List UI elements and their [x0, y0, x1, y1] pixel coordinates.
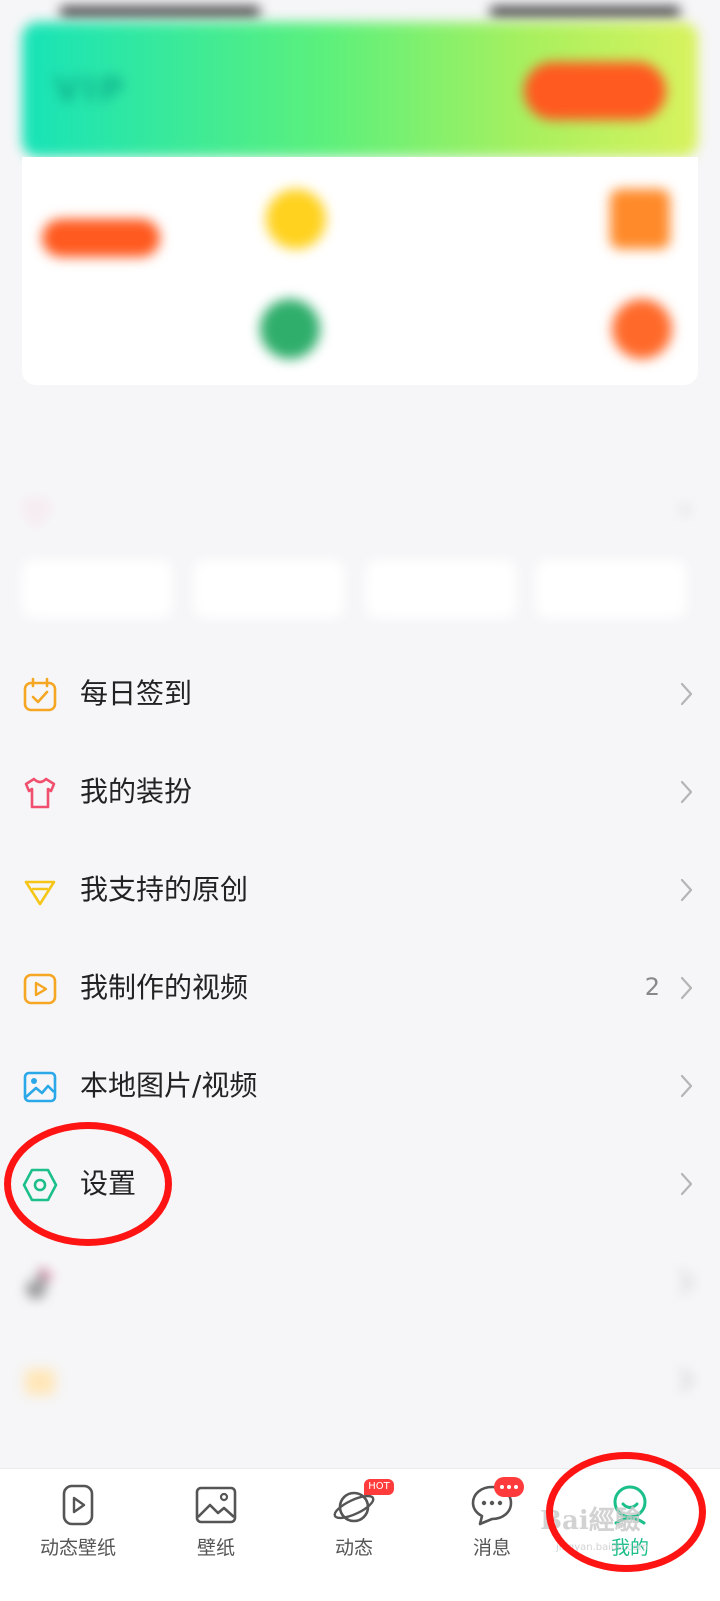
menu-item-label: 我制作的视频	[80, 971, 249, 1004]
heart-icon: ♡	[22, 494, 51, 532]
nav-label: 壁纸	[196, 1537, 235, 1559]
nav-label: 动态	[334, 1537, 373, 1559]
message-notification-badge	[494, 1477, 524, 1497]
diamond-icon	[24, 880, 56, 906]
chevron-right-icon	[680, 878, 693, 902]
menu-item-local-media[interactable]: 本地图片/视频	[0, 1038, 720, 1136]
badge-icon	[260, 299, 320, 359]
menu-list: 每日签到 我的装扮 我支持的原创 我制作的视频 2 本地图片/视频 设置	[0, 646, 720, 1430]
vip-logo: VIP	[54, 70, 127, 110]
nav-wallpaper[interactable]: 壁纸	[144, 1469, 288, 1601]
hot-badge: HOT	[364, 1479, 394, 1495]
crown-icon	[612, 299, 672, 359]
nav-label: 动态壁纸	[39, 1537, 116, 1559]
menu-item-daily-checkin[interactable]: 每日签到	[0, 646, 720, 744]
favorite-category-chips	[22, 560, 698, 618]
chip[interactable]	[366, 560, 516, 618]
menu-item-label: 我支持的原创	[80, 873, 249, 906]
nav-feed[interactable]: 动态	[282, 1469, 426, 1601]
vip-banner[interactable]: VIP	[22, 22, 698, 157]
chevron-right-icon	[680, 1368, 693, 1392]
chip[interactable]	[22, 560, 172, 618]
gift-icon	[610, 189, 670, 249]
card-coin-center[interactable]	[22, 167, 342, 267]
chevron-right-icon	[680, 1270, 693, 1294]
status-left-info	[60, 6, 260, 18]
card-level[interactable]	[22, 277, 342, 377]
menu-item-label: 本地图片/视频	[80, 1069, 258, 1102]
menu-item-label: 每日签到	[80, 677, 193, 710]
calendar-check-icon	[23, 677, 57, 712]
chevron-right-icon	[680, 682, 693, 706]
menu-item-my-videos[interactable]: 我制作的视频 2	[0, 940, 720, 1038]
card-pill-button[interactable]	[42, 219, 160, 257]
chip[interactable]	[194, 560, 344, 618]
coin-icon	[266, 189, 326, 249]
chevron-right-icon	[680, 976, 693, 1000]
menu-item-supported-originals[interactable]: 我支持的原创	[0, 842, 720, 940]
card-medal[interactable]	[360, 277, 680, 377]
card-gift[interactable]	[360, 167, 680, 267]
chevron-right-icon	[680, 1074, 693, 1098]
image-icon	[23, 1071, 57, 1103]
menu-item-official-tiktok[interactable]	[0, 1234, 720, 1332]
feature-cards	[22, 157, 698, 385]
chevron-right-icon	[680, 780, 693, 804]
menu-item-invite-code[interactable]	[0, 1332, 720, 1430]
video-count: 2	[644, 973, 660, 1001]
my-favorites-row[interactable]: ♡ ›	[22, 488, 698, 536]
menu-item-my-outfit[interactable]: 我的装扮	[0, 744, 720, 842]
chip[interactable]	[536, 560, 686, 618]
nav-live-wallpaper[interactable]: 动态壁纸	[6, 1469, 150, 1601]
chevron-right-icon	[680, 1172, 693, 1196]
shirt-icon	[24, 777, 56, 809]
annotation-circle-mine	[546, 1452, 706, 1572]
status-right-info	[490, 6, 680, 18]
video-play-icon	[23, 973, 57, 1005]
folder-icon	[25, 1369, 55, 1395]
annotation-circle-settings	[4, 1122, 172, 1246]
menu-item-label: 我的装扮	[80, 775, 193, 808]
wallpaper-icon	[195, 1486, 237, 1524]
chevron-right-icon: ›	[679, 494, 690, 524]
live-wallpaper-icon	[62, 1484, 94, 1526]
vip-open-button[interactable]	[524, 62, 666, 120]
tiktok-icon	[28, 1268, 53, 1297]
